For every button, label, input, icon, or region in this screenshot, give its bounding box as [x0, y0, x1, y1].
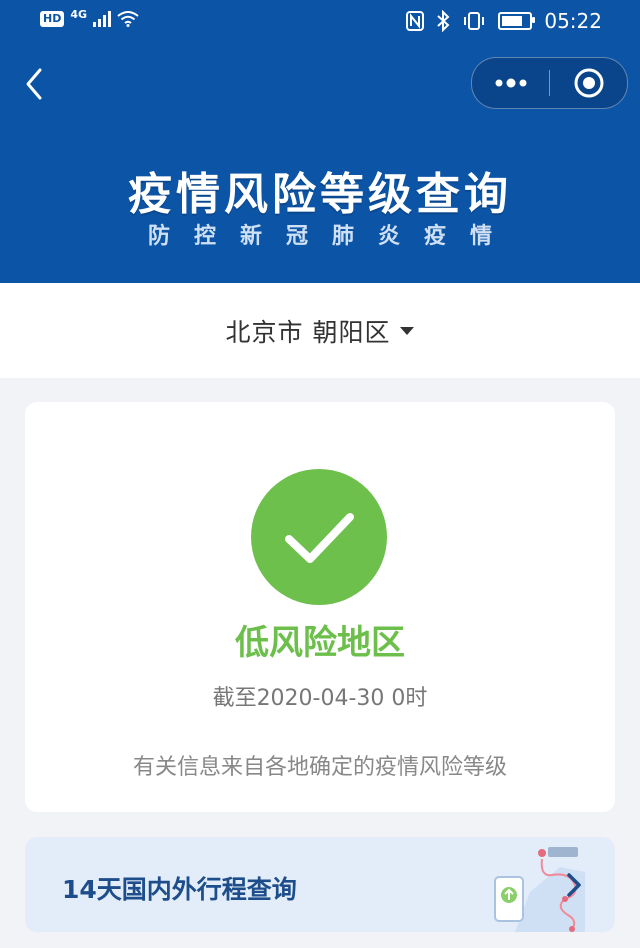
travel-history-card[interactable]: 14天国内外行程查询 — [25, 837, 615, 932]
miniprogram-capsule — [471, 57, 628, 109]
status-circle — [251, 469, 387, 605]
info-note: 有关信息来自各地确定的疫情风险等级 — [132, 755, 507, 780]
more-button[interactable] — [472, 58, 549, 108]
header: HD 4G 05:22 疫情风险等级查询 防控新冠肺炎疫情 — [0, 0, 640, 283]
risk-level: 低风险地区 — [235, 623, 405, 663]
risk-result-card: 低风险地区 截至2020-04-30 0时 有关信息来自各地确定的疫情风险等级 — [25, 402, 615, 812]
caret-down-icon — [400, 326, 415, 335]
back-button[interactable] — [22, 64, 52, 104]
travel-history-label: 14天国内外行程查询 — [62, 875, 297, 904]
vibrate-icon — [464, 12, 485, 30]
hd-badge: HD — [40, 11, 65, 27]
location-selector[interactable]: 北京市 朝阳区 — [0, 283, 640, 378]
as-of-time: 截至2020-04-30 0时 — [212, 686, 428, 711]
chevron-right-icon — [567, 873, 581, 897]
check-icon — [285, 513, 354, 563]
location-label: 北京市 朝阳区 — [225, 317, 391, 347]
page-subtitle: 防控新冠肺炎疫情 — [147, 224, 516, 249]
more-icon — [495, 78, 526, 88]
target-close-icon — [574, 68, 603, 98]
signal-icon — [93, 11, 112, 27]
status-bar: HD 4G 05:22 — [0, 0, 640, 44]
close-miniprogram-button[interactable] — [550, 58, 627, 108]
network-type: 4G — [70, 7, 88, 21]
battery-icon — [498, 12, 536, 30]
page-title: 疫情风险等级查询 — [128, 169, 512, 220]
bluetooth-icon — [437, 10, 450, 32]
status-left: HD 4G — [40, 7, 139, 27]
nfc-icon — [406, 11, 425, 31]
back-arrow-icon — [26, 68, 42, 100]
location-bar: 北京市 朝阳区 — [0, 283, 640, 378]
status-right: 05:22 — [406, 9, 602, 33]
wifi-icon — [117, 11, 139, 27]
clock: 05:22 — [544, 9, 602, 33]
